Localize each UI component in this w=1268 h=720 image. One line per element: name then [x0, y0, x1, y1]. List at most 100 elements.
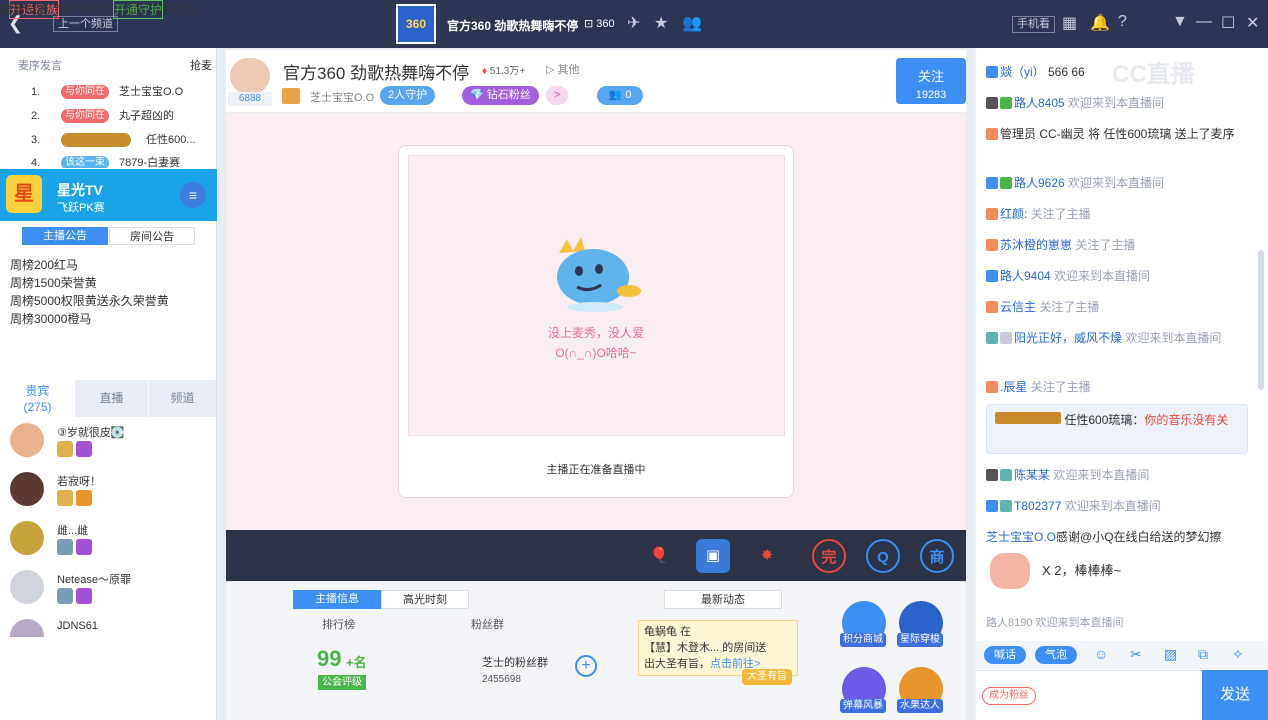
seat-name: 芝士宝宝O.O: [119, 86, 184, 98]
seat-row[interactable]: 1. 与你同在 芝士宝宝O.O: [0, 81, 210, 103]
ticker-line: 出大圣有旨，: [644, 658, 710, 670]
online-users-badge[interactable]: 👥 0: [597, 86, 643, 105]
header-title: 官方360 劲歌热舞嗨不停: [283, 64, 470, 83]
level-icon: [1000, 97, 1012, 109]
vip-badge: [76, 539, 92, 555]
open-guard-button[interactable]: 开通守护: [113, 0, 164, 19]
scissors-icon[interactable]: ✂: [1130, 646, 1142, 663]
ticker-line: 【慧】木登木... 的房间送: [644, 642, 767, 654]
badge-more-button[interactable]: >: [546, 86, 569, 105]
list-item[interactable]: 若寂呀！: [10, 472, 210, 520]
chat-scrollbar[interactable]: [1258, 250, 1264, 390]
tab-host-info[interactable]: 主播信息: [293, 590, 381, 609]
maximize-icon[interactable]: ☐: [1221, 13, 1235, 33]
grab-mic-button[interactable]: 抢麦: [190, 57, 212, 73]
avatar: [10, 619, 44, 637]
phone-icon: [986, 500, 998, 512]
avatar: [10, 521, 44, 555]
grid-icon[interactable]: ▦: [1062, 13, 1077, 33]
chat-user[interactable]: 燚（yi）: [1000, 65, 1045, 79]
chat-user[interactable]: 阳光正好，威风不燥: [1014, 331, 1122, 345]
phone-icon: [986, 270, 998, 282]
more-icon[interactable]: ✧: [1232, 646, 1244, 663]
seat-row[interactable]: 3. 任性600...: [0, 129, 210, 151]
image-icon[interactable]: ▨: [1164, 646, 1177, 663]
xingguang-logo: 星: [6, 175, 42, 213]
menu-icon[interactable]: ≡: [180, 182, 206, 208]
become-fan-button[interactable]: 成为粉丝: [982, 687, 1036, 705]
stream-status: 主播正在准备直播中: [546, 464, 646, 476]
chat-text: 欢迎来到本直播间: [1061, 499, 1161, 513]
tab-highlights[interactable]: 高光时刻: [381, 590, 469, 609]
phone-icon: [986, 469, 998, 481]
chat-message: 路人8190 欢迎来到本直播间: [986, 617, 1124, 629]
tab-host-announcement[interactable]: 主播公告: [22, 227, 108, 245]
chat-user[interactable]: 路人8405: [1014, 96, 1065, 110]
announcement-line: 周榜1500荣誉黄: [10, 276, 97, 290]
tab-room-announcement[interactable]: 房间公告: [109, 227, 195, 245]
prev-channel-button[interactable]: 上一个频道: [53, 16, 118, 32]
diamond-fans-badge[interactable]: 💎 钻石粉丝: [462, 86, 539, 105]
chat-user[interactable]: 路人9404: [1000, 269, 1051, 283]
bubble-button[interactable]: 气泡: [1035, 646, 1077, 664]
seat-name: 7879-白妻赛: [119, 157, 181, 168]
firework-icon[interactable]: ✸: [750, 539, 784, 573]
voice-settings-button[interactable]: 语音设置 ⌃: [0, 0, 61, 17]
guest-name: 若寂呀！: [57, 476, 101, 488]
balloon-icon[interactable]: 🎈: [642, 539, 676, 573]
phone-watch-button[interactable]: 手机看: [1012, 16, 1055, 33]
seat-row[interactable]: 4. 该这一束 7879-白妻赛: [0, 152, 210, 168]
airplane-icon[interactable]: ✈: [627, 13, 640, 33]
follow-button[interactable]: 关注 19283: [896, 58, 966, 104]
tab-live[interactable]: 直播: [75, 380, 148, 417]
chat-text: 欢迎来到本直播间: [1050, 468, 1150, 482]
gift-box-icon[interactable]: ▣: [696, 539, 730, 573]
tab-channel[interactable]: 频道: [149, 380, 216, 417]
share-icon[interactable]: ⧉: [1198, 646, 1208, 663]
users-icon[interactable]: 👥: [682, 13, 702, 33]
send-button[interactable]: 发送: [1202, 670, 1268, 720]
chat-user[interactable]: 路人9626: [1014, 176, 1065, 190]
chat-user[interactable]: .辰星: [1000, 380, 1027, 394]
fan-group-id: 2455698: [482, 674, 521, 685]
chat-input[interactable]: 成为粉丝: [976, 670, 1202, 720]
help-icon[interactable]: ?: [1118, 13, 1127, 31]
sword-icon: [282, 88, 300, 104]
guard-count-badge[interactable]: 2人守护: [380, 86, 436, 105]
xingguang-banner[interactable]: 星 星光TV 飞跃PK赛 ≡: [0, 169, 217, 221]
chat-message: 路人9404 欢迎来到本直播间: [986, 267, 1248, 285]
chat-user[interactable]: 芝士宝宝O.O: [986, 530, 1056, 544]
chat-user[interactable]: 红颜:: [1000, 207, 1027, 221]
host-avatar[interactable]: [230, 58, 270, 94]
chat-text: 566 66: [1044, 65, 1085, 79]
song-request-card: 任性600琉璃：你的音乐没有关: [986, 404, 1248, 454]
level-icon: [986, 332, 998, 344]
shout-button[interactable]: 喊话: [984, 646, 1026, 664]
finish-icon[interactable]: 完: [812, 539, 846, 573]
list-item[interactable]: ③岁就很皮💽: [10, 423, 210, 471]
tab-vip[interactable]: 贵宾 (275): [1, 380, 74, 417]
list-item[interactable]: 雌...雌: [10, 521, 210, 569]
q-icon[interactable]: Q: [866, 539, 900, 573]
chat-user[interactable]: 陈某某: [1014, 468, 1050, 482]
bell-icon[interactable]: 🔔: [1090, 13, 1110, 33]
other-button[interactable]: ▷ 其他: [546, 61, 580, 77]
host-level: 6888: [228, 92, 272, 106]
tab-news[interactable]: 最新动态: [664, 590, 782, 609]
star-icon[interactable]: ★: [654, 13, 668, 33]
chat-user[interactable]: 云信主: [1000, 300, 1036, 314]
chat-user[interactable]: T802377: [1014, 499, 1061, 513]
list-item[interactable]: JDNS61: [10, 619, 210, 637]
emoji-icon[interactable]: ☺: [1094, 646, 1108, 662]
medal-icon: [1000, 332, 1012, 344]
dropdown-icon[interactable]: ▼: [1172, 13, 1188, 31]
close-icon[interactable]: ✕: [1246, 13, 1259, 33]
song-requester: 任性600琉璃：: [1064, 413, 1145, 427]
list-item[interactable]: Netease～原罪: [10, 570, 210, 618]
chat-user[interactable]: 苏沐橙的崽崽: [1000, 238, 1072, 252]
minimize-icon[interactable]: —: [1196, 13, 1212, 31]
join-fan-group-icon[interactable]: +: [575, 655, 597, 677]
news-ticker[interactable]: 龟蜗龟 在 【慧】木登木... 的房间送 出大圣有旨，点击前往>: [638, 620, 798, 676]
seat-row[interactable]: 2. 与你同在 丸子超凶的: [0, 105, 210, 127]
shop-icon[interactable]: 商: [920, 539, 954, 573]
